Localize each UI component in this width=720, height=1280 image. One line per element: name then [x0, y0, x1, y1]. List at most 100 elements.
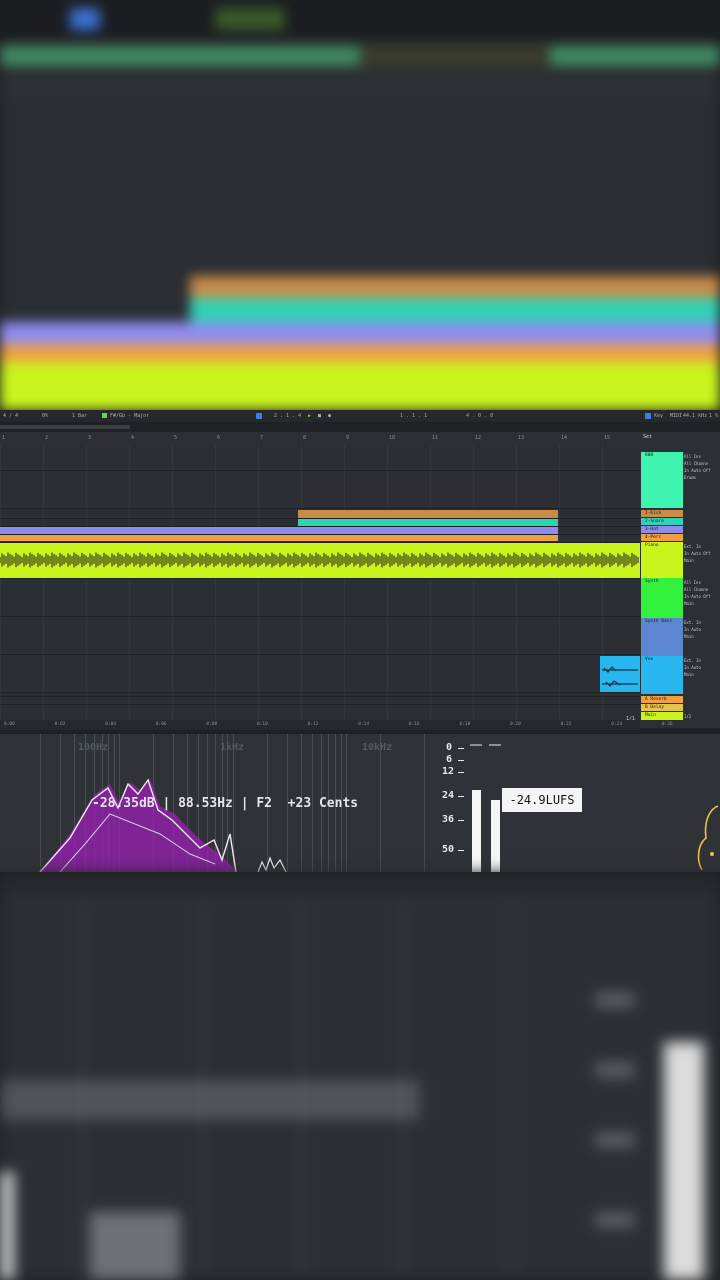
quantize-select[interactable]: 1 Bar [72, 413, 87, 419]
vox-waveform [602, 666, 638, 687]
position-display[interactable]: 2 . 1 . 4 [274, 413, 301, 419]
track-name: Synth [645, 579, 659, 584]
cpu-meter: 1 % [709, 413, 719, 419]
track-io-setting[interactable]: Ext. In [684, 658, 718, 663]
loudness-meter-left [472, 790, 481, 872]
track-io-setting[interactable]: Ext. In [684, 544, 718, 549]
db-label-24: 24 [442, 790, 455, 801]
lane-divider [0, 526, 640, 527]
time-label: 0:10 [257, 722, 268, 727]
track-header-4-perc[interactable]: 4-Perc [641, 534, 683, 541]
track-io-setting[interactable]: Main [684, 634, 718, 639]
track-io-setting[interactable]: Main [684, 558, 718, 563]
ruler-bar-label: 15 [604, 435, 611, 441]
db-label-0: 0 [446, 742, 453, 753]
meter-display[interactable]: 4 / 4 [3, 413, 18, 419]
clip-vox[interactable] [600, 656, 640, 692]
midi-label[interactable]: MIDI [670, 413, 682, 419]
lane-divider [0, 534, 640, 535]
track-io-setting[interactable]: In Auto Off [684, 468, 718, 473]
ruler-bar-label: 4 [131, 435, 135, 441]
freq-label-100hz: 100Hz [78, 742, 109, 753]
track-header-main[interactable]: Main [641, 712, 683, 720]
track-io-setting[interactable]: All Ins [684, 454, 718, 459]
time-label: 0:14 [358, 722, 370, 727]
track-io-setting[interactable]: 1/2 [684, 714, 718, 719]
key-label[interactable]: Key [654, 413, 663, 419]
grid-line [43, 444, 44, 720]
set-label[interactable]: Set [643, 434, 652, 440]
zoom-display[interactable]: 0% [42, 413, 48, 419]
clip-piano[interactable] [0, 542, 640, 578]
db-label-36: 36 [442, 814, 455, 825]
clip-snare[interactable] [298, 518, 558, 526]
track-header-piano[interactable]: Piano [641, 542, 683, 578]
grid-line [559, 444, 560, 720]
lane-divider [0, 518, 640, 519]
track-io-setting[interactable]: In Auto Off [684, 551, 718, 556]
blurred-arrangement-background [0, 0, 720, 410]
track-name: Piano [645, 543, 659, 548]
track-name: Main [645, 713, 656, 718]
track-headers: Set 1/1 808 All Ins All Channe In Auto Off D… [626, 432, 720, 728]
bar-ruler[interactable]: 12345678910111213141516 [0, 432, 653, 444]
track-header-synth-bass[interactable]: Synth Bass [641, 618, 683, 656]
stop-icon[interactable]: ■ [318, 413, 321, 419]
time-label: 0:04 [105, 722, 117, 727]
clip-kick[interactable] [298, 510, 558, 518]
track-header-3-hat[interactable]: 3-Hat [641, 526, 683, 533]
ruler-bar-label: 1 [2, 435, 6, 441]
track-name: 808 [645, 453, 654, 458]
time-label: 0:12 [307, 722, 319, 727]
track-io-setting[interactable]: Main [684, 601, 718, 606]
time-label: 0:24 [611, 722, 623, 727]
track-header-b-delay[interactable]: B Delay [641, 704, 683, 711]
track-io-setting[interactable]: Ext. In [684, 620, 718, 625]
ruler-bar-label: 12 [475, 435, 482, 441]
piano-waveform [0, 552, 639, 568]
spectrum-analyzer: 100Hz 1kHz 10kHz -28.35dB | 88.53Hz | F2… [0, 734, 720, 872]
track-io-setting[interactable]: Main [684, 672, 718, 677]
track-header-808[interactable]: 808 [641, 452, 683, 508]
track-io-setting[interactable]: In Auto [684, 627, 718, 632]
clip-perc[interactable] [0, 534, 558, 541]
ruler-bar-label: 3 [88, 435, 92, 441]
track-io-setting[interactable]: All Channe [684, 587, 718, 592]
db-label-12: 12 [442, 766, 455, 777]
arrangement-view[interactable] [0, 444, 640, 720]
track-header-1-kick[interactable]: 1-Kick [641, 510, 683, 517]
track-io-setting[interactable]: In Auto Off [684, 594, 718, 599]
play-icon[interactable]: ▶ [308, 413, 311, 419]
freq-label-1khz: 1kHz [220, 742, 245, 753]
lane-divider [0, 508, 640, 509]
scale-select[interactable]: F#/Gb - Major [110, 413, 149, 419]
lane-divider [0, 542, 640, 543]
follow-icon[interactable] [256, 413, 262, 419]
time-label: 0:18 [459, 722, 471, 727]
sample-rate: 44.1 kHz [683, 413, 708, 419]
track-io-setting[interactable]: In Auto [684, 665, 718, 670]
overview-bar[interactable] [0, 422, 720, 432]
clip-hat[interactable] [0, 526, 558, 534]
character-doodle-icon [697, 805, 719, 871]
record-icon[interactable]: ● [328, 413, 331, 419]
key-map-icon[interactable] [645, 413, 651, 419]
track-io-setting[interactable]: Drums [684, 475, 718, 480]
grid-line [473, 444, 474, 720]
ruler-bar-label: 14 [561, 435, 568, 441]
track-io-setting[interactable]: All Ins [684, 580, 718, 585]
loop-length-display[interactable]: 4 . 0 . 0 [466, 413, 493, 419]
grid-line [172, 444, 173, 720]
track-io-setting[interactable]: All Channe [684, 461, 718, 466]
track-header-2-snare[interactable]: 2-Snare [641, 518, 683, 525]
track-header-vox[interactable]: Vox [641, 656, 683, 694]
time-label: 0:08 [206, 722, 218, 727]
track-header-a-reverb[interactable]: A Reverb [641, 696, 683, 703]
time-ruler[interactable]: 0:00 0:02 0:04 0:06 0:08 0:10 0:12 0:14 0:16 0:18… [0, 720, 673, 730]
loop-start-display[interactable]: 1 . 1 . 1 [400, 413, 427, 419]
track-header-synth[interactable]: Synth [641, 578, 683, 618]
scale-toggle-icon[interactable] [102, 413, 107, 418]
grid-line [344, 444, 345, 720]
transport-toolbar: 4 / 4 0% 1 Bar F#/Gb - Major 2 . 1 . 4 ▶… [0, 410, 720, 422]
lane-divider [0, 578, 640, 579]
